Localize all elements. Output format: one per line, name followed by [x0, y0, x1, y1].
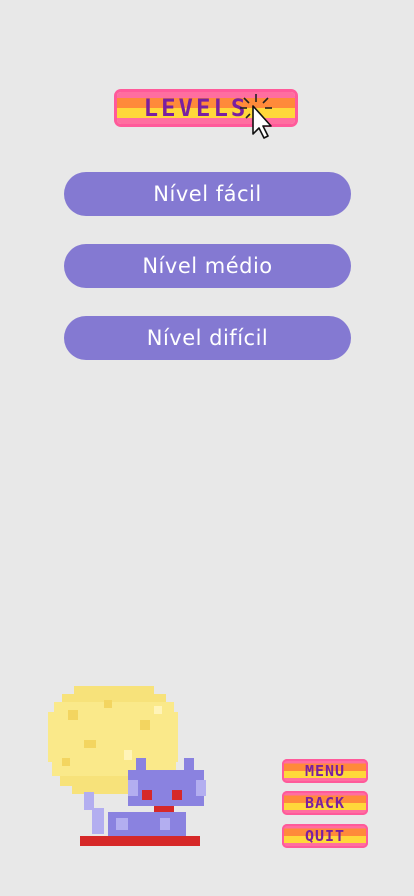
- level-easy-button[interactable]: Nível fácil: [64, 172, 351, 216]
- quit-button[interactable]: QUIT: [282, 824, 368, 848]
- menu-button[interactable]: MENU: [282, 759, 368, 783]
- cat-moon-illustration: [48, 686, 206, 846]
- level-hard-button[interactable]: Nível difícil: [64, 316, 351, 360]
- level-medium-button[interactable]: Nível médio: [64, 244, 351, 288]
- pointer-cursor-icon: [240, 94, 272, 139]
- back-button[interactable]: BACK: [282, 791, 368, 815]
